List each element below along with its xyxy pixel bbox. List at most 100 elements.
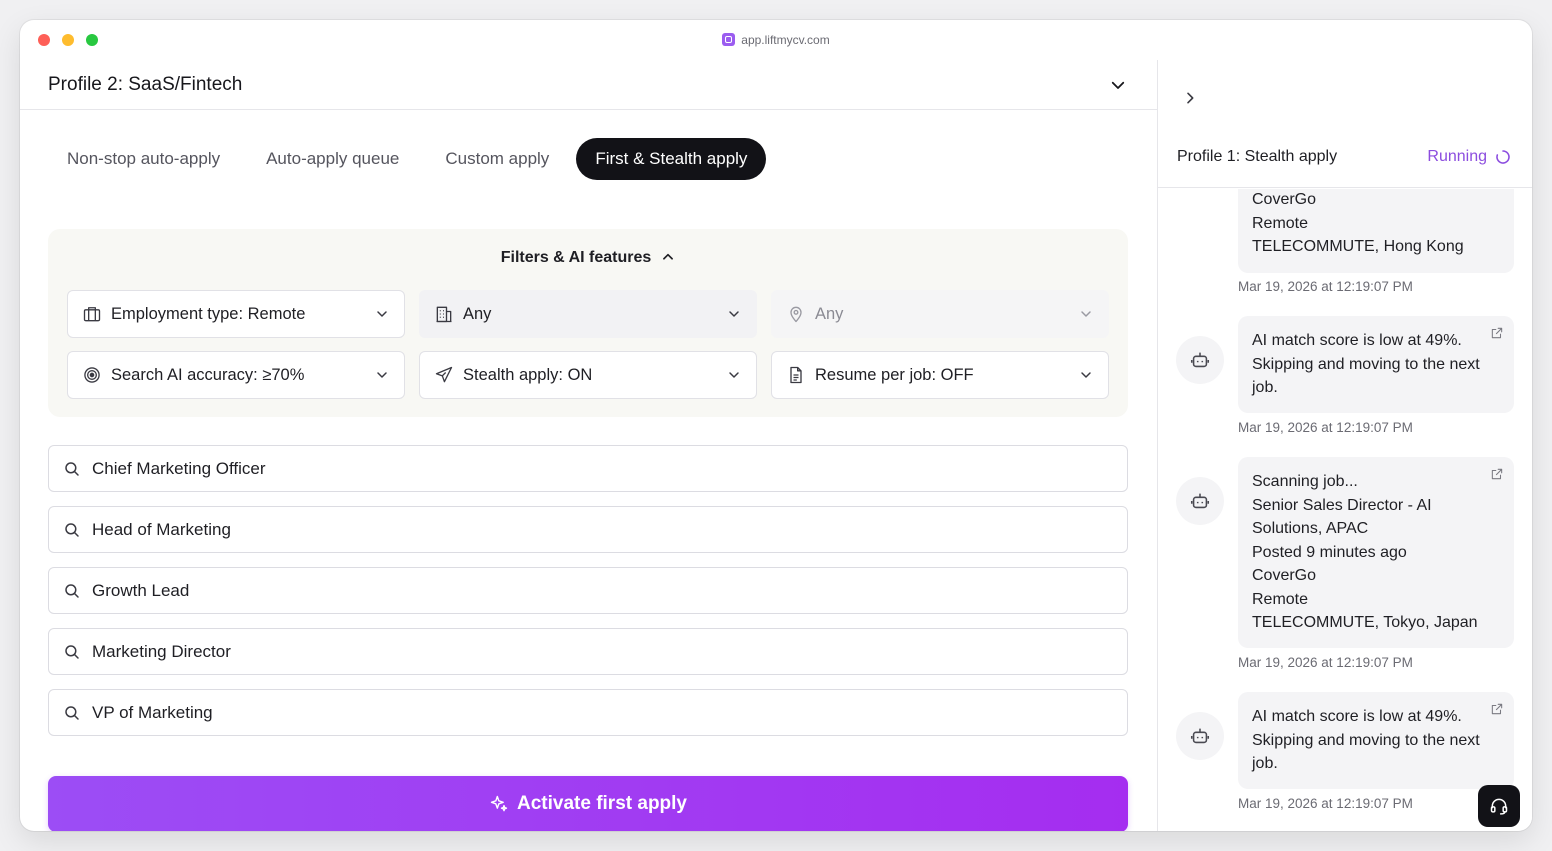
tab-first-stealth-apply[interactable]: First & Stealth apply <box>576 138 767 180</box>
chevron-down-icon <box>377 372 387 378</box>
activity-header: Profile 1: Stealth apply Running <box>1158 136 1532 188</box>
log-line: job. <box>1252 755 1278 772</box>
job-title-text: VP of Marketing <box>92 702 213 722</box>
log-line: Skipping and moving to the next <box>1252 355 1480 373</box>
airplane-icon <box>435 366 453 383</box>
robot-icon <box>1190 493 1210 509</box>
resume-per-job-value: Resume per job: OFF <box>815 365 974 384</box>
external-link-icon[interactable] <box>1490 702 1504 716</box>
log-message: AI match score is low at 49%. Skipping a… <box>1238 692 1514 789</box>
log-timestamp: Mar 19, 2026 at 12:19:07 PM <box>1238 655 1413 670</box>
log-line: Solutions, APAC <box>1252 520 1369 537</box>
employment-type-select[interactable]: Employment type: Remote <box>67 290 405 338</box>
support-chat-button[interactable] <box>1478 785 1520 827</box>
profile-selector[interactable]: Profile 2: SaaS/Fintech <box>20 60 1157 110</box>
chevron-down-icon <box>1081 372 1091 378</box>
external-link-icon[interactable] <box>1490 467 1504 481</box>
site-favicon-icon <box>722 33 736 46</box>
employment-type-value: Employment type: Remote <box>111 304 306 323</box>
log-line: AI match score is low at 49%. <box>1252 332 1462 349</box>
robot-icon <box>1190 728 1210 744</box>
search-icon <box>65 583 79 598</box>
chevron-right-icon[interactable] <box>1182 90 1198 106</box>
industry-select[interactable]: Any <box>419 290 757 338</box>
resume-per-job-select[interactable]: Resume per job: OFF <box>771 351 1109 399</box>
job-title-search[interactable]: Chief Marketing Officer <box>48 445 1128 492</box>
chevron-up-icon <box>663 253 674 260</box>
activity-panel: Profile 1: Stealth apply Running CoverGo… <box>1157 60 1532 831</box>
location-pin-icon <box>790 306 802 323</box>
log-line: TELECOMMUTE, Tokyo, Japan <box>1252 614 1478 631</box>
location-select: Any <box>771 290 1109 338</box>
stealth-apply-value: Stealth apply: ON <box>463 365 593 384</box>
bot-avatar <box>1176 477 1224 525</box>
stealth-apply-select[interactable]: Stealth apply: ON <box>419 351 757 399</box>
chevron-down-icon <box>729 311 739 317</box>
tab-auto-apply-queue[interactable]: Auto-apply queue <box>247 138 418 180</box>
job-title-search[interactable]: Marketing Director <box>48 628 1128 675</box>
job-title-text: Chief Marketing Officer <box>92 458 266 478</box>
log-line: Scanning job... <box>1252 473 1358 490</box>
log-line: AI match score is low at 49%. <box>1252 708 1462 725</box>
apply-mode-tabs: Non-stop auto-apply Auto-apply queue Cus… <box>48 138 774 182</box>
log-line: Remote <box>1252 214 1309 232</box>
job-title-text: Head of Marketing <box>92 519 231 539</box>
chevron-down-icon <box>377 311 387 317</box>
search-icon <box>65 522 79 537</box>
log-message: Scanning job... Senior Sales Director - … <box>1238 457 1514 648</box>
tab-non-stop-auto-apply[interactable]: Non-stop auto-apply <box>48 138 239 180</box>
search-accuracy-select[interactable]: Search AI accuracy: ≥70% <box>67 351 405 399</box>
title-bar: app.liftmycv.com <box>20 20 1532 60</box>
chevron-down-icon <box>1081 311 1091 317</box>
main-panel: Profile 2: SaaS/Fintech Non-stop auto-ap… <box>20 60 1157 831</box>
external-link-icon[interactable] <box>1490 326 1504 340</box>
log-line: Posted 9 minutes ago <box>1252 543 1407 561</box>
chevron-down-icon[interactable] <box>1109 76 1127 94</box>
log-timestamp: Mar 19, 2026 at 12:19:07 PM <box>1238 796 1413 811</box>
sparkle-icon <box>490 795 508 812</box>
job-title-text: Marketing Director <box>92 641 231 661</box>
log-line: Senior Sales Director - AI <box>1252 496 1432 514</box>
job-title-search[interactable]: VP of Marketing <box>48 689 1128 736</box>
log-line: job. <box>1252 379 1278 396</box>
search-icon <box>65 644 79 659</box>
target-icon <box>84 367 100 383</box>
log-message: CoverGo Remote TELECOMMUTE, Hong Kong <box>1238 189 1514 273</box>
location-value: Any <box>815 304 844 323</box>
bot-avatar <box>1176 336 1224 384</box>
log-message: AI match score is low at 49%. Skipping a… <box>1238 316 1514 413</box>
status-badge: Running <box>1427 148 1511 166</box>
spinner-icon <box>1496 150 1510 164</box>
address-bar[interactable]: app.liftmycv.com <box>20 33 1532 47</box>
job-title-search[interactable]: Growth Lead <box>48 567 1128 614</box>
document-icon <box>790 366 802 384</box>
filters-panel: Filters & AI features Employment type: R… <box>48 229 1128 417</box>
log-timestamp: Mar 19, 2026 at 12:19:07 PM <box>1238 420 1413 435</box>
headset-icon <box>1490 798 1508 815</box>
bot-avatar <box>1176 712 1224 760</box>
log-line: CoverGo <box>1252 567 1317 584</box>
chevron-down-icon <box>729 372 739 378</box>
log-line: TELECOMMUTE, Hong Kong <box>1252 238 1464 255</box>
job-title-text: Growth Lead <box>92 580 190 600</box>
activity-profile-title: Profile 1: Stealth apply <box>1177 148 1338 165</box>
log-line: Remote <box>1252 590 1309 608</box>
filters-title: Filters & AI features <box>500 249 652 266</box>
browser-window: app.liftmycv.com Profile 2: SaaS/Fintech… <box>20 20 1532 831</box>
activate-first-apply-button[interactable]: Activate first apply <box>48 776 1128 831</box>
search-icon <box>65 705 79 720</box>
profile-title: Profile 2: SaaS/Fintech <box>48 74 243 95</box>
job-title-search[interactable]: Head of Marketing <box>48 506 1128 553</box>
log-line: Skipping and moving to the next <box>1252 731 1480 749</box>
activate-label: Activate first apply <box>517 793 687 814</box>
search-accuracy-value: Search AI accuracy: ≥70% <box>111 365 305 384</box>
robot-icon <box>1190 352 1210 368</box>
search-icon <box>65 461 79 476</box>
activity-log[interactable]: CoverGo Remote TELECOMMUTE, Hong Kong Ma… <box>1158 189 1532 831</box>
briefcase-icon <box>83 307 101 322</box>
log-timestamp: Mar 19, 2026 at 12:19:07 PM <box>1238 279 1413 294</box>
industry-value: Any <box>463 304 492 323</box>
log-line: CoverGo <box>1252 191 1317 208</box>
tab-custom-apply[interactable]: Custom apply <box>426 138 568 180</box>
filters-toggle[interactable]: Filters & AI features <box>48 249 1128 267</box>
